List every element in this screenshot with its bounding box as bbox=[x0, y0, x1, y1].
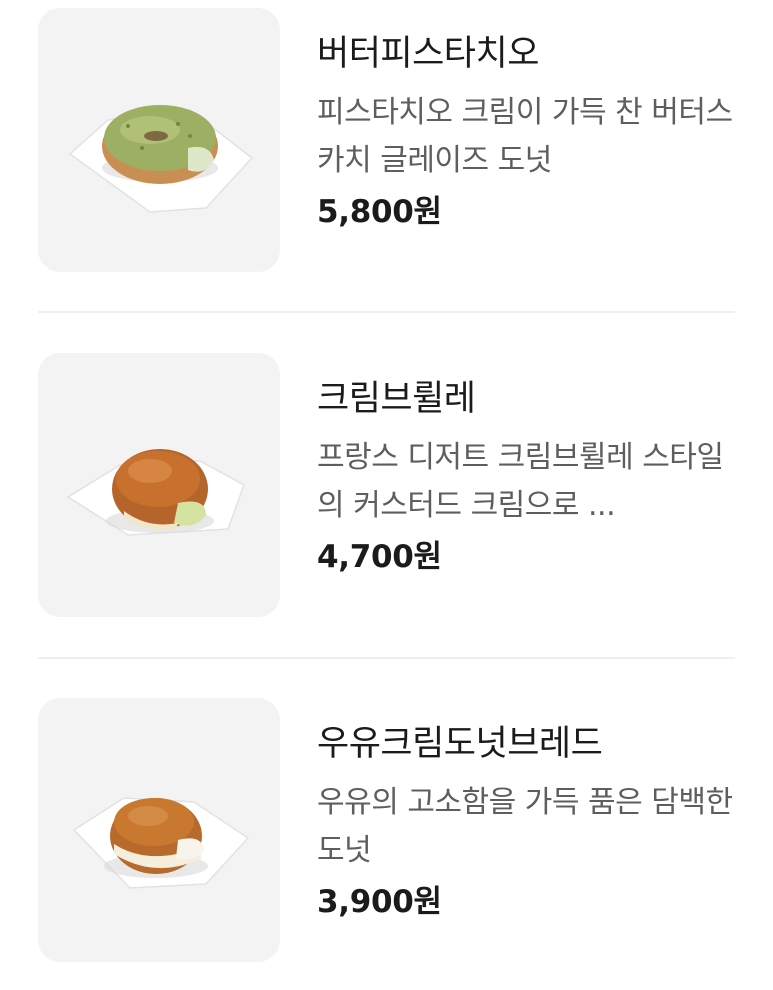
menu-item[interactable]: 우유크림도넛브레드 우유의 고소함을 가득 품은 담백한 도넛 3,900원 bbox=[0, 690, 773, 990]
menu-list: 버터피스타치오 피스타치오 크림이 가득 찬 버터스카치 글레이즈 도넛 5,8… bbox=[0, 0, 773, 966]
item-info: 버터피스타치오 피스타치오 크림이 가득 찬 버터스카치 글레이즈 도넛 5,8… bbox=[317, 30, 737, 237]
item-info: 우유크림도넛브레드 우유의 고소함을 가득 품은 담백한 도넛 3,900원 bbox=[317, 720, 737, 927]
divider bbox=[38, 657, 735, 659]
milk-cream-donut-icon bbox=[72, 797, 250, 889]
product-image[interactable] bbox=[38, 698, 280, 962]
item-info: 크림브륄레 프랑스 디저트 크림브륄레 스타일의 커스터드 크림으로 ... 4… bbox=[317, 375, 737, 582]
divider bbox=[38, 311, 735, 313]
product-image[interactable] bbox=[38, 8, 280, 272]
item-name: 버터피스타치오 bbox=[317, 34, 539, 74]
creme-brulee-donut-icon bbox=[66, 449, 245, 536]
item-description: 피스타치오 크림이 가득 찬 버터스카치 글레이즈 도넛 bbox=[317, 95, 733, 178]
pistachio-donut-icon bbox=[68, 105, 254, 213]
item-price: 4,700원 bbox=[317, 539, 442, 575]
item-price: 3,900원 bbox=[317, 884, 442, 920]
item-description: 프랑스 디저트 크림브륄레 스타일의 커스터드 크림으로 ... bbox=[317, 440, 724, 523]
item-price: 5,800원 bbox=[317, 194, 442, 230]
item-name: 크림브륄레 bbox=[317, 379, 476, 419]
menu-item[interactable]: 버터피스타치오 피스타치오 크림이 가득 찬 버터스카치 글레이즈 도넛 5,8… bbox=[0, 0, 773, 300]
item-name: 우유크림도넛브레드 bbox=[317, 724, 603, 764]
menu-item[interactable]: 크림브륄레 프랑스 디저트 크림브륄레 스타일의 커스터드 크림으로 ... 4… bbox=[0, 345, 773, 645]
product-image[interactable] bbox=[38, 353, 280, 617]
item-description: 우유의 고소함을 가득 품은 담백한 도넛 bbox=[317, 785, 733, 868]
